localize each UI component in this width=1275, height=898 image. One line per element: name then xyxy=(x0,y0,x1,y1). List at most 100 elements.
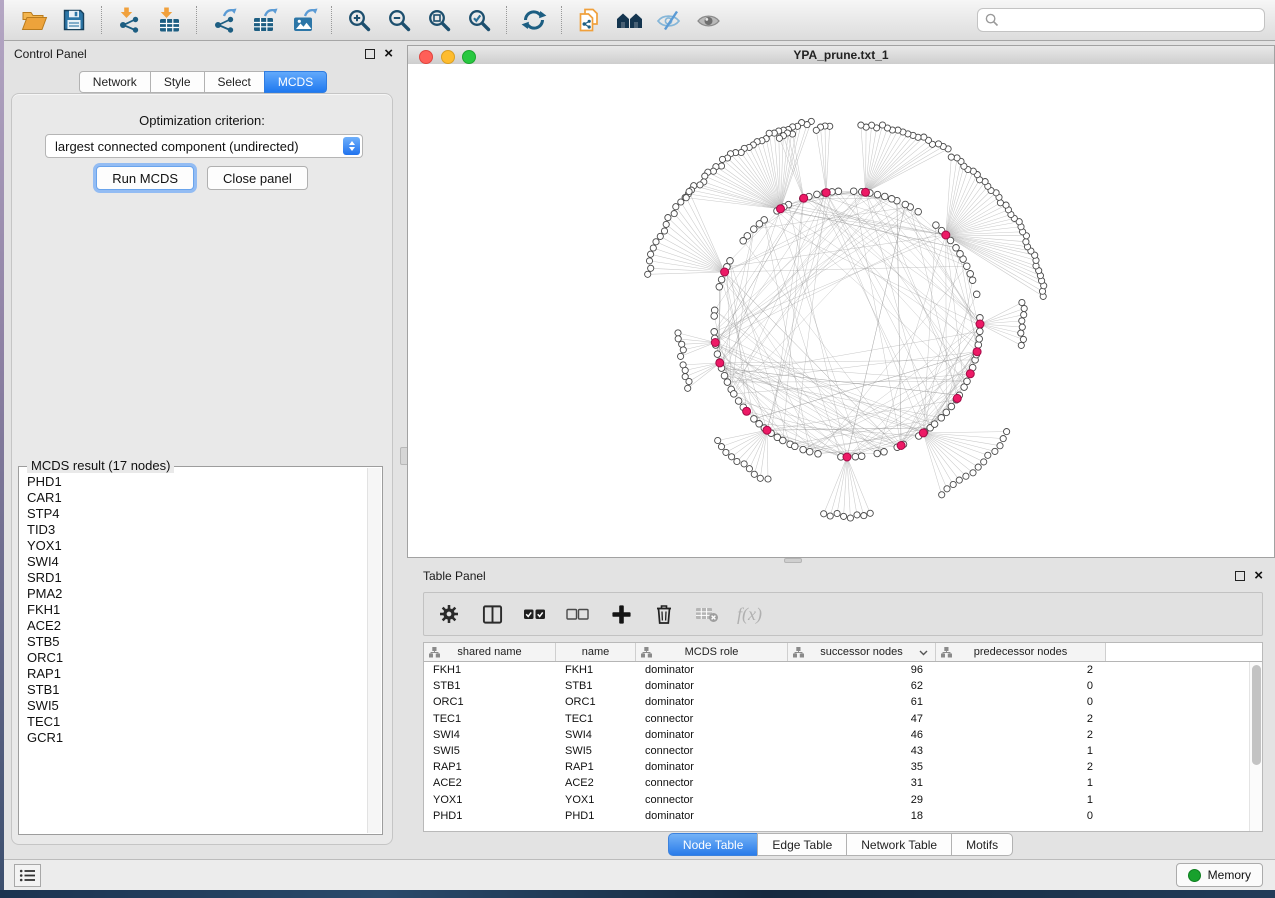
save-session-icon[interactable] xyxy=(54,3,94,37)
table-row[interactable]: ACE2ACE2connector311 xyxy=(424,775,1262,791)
result-item[interactable]: YOX1 xyxy=(20,537,367,553)
table-scrollbar[interactable] xyxy=(1249,662,1262,831)
table-row[interactable]: RAP1RAP1dominator352 xyxy=(424,759,1262,775)
table-cell[interactable]: TEC1 xyxy=(556,713,636,725)
table-row[interactable]: SWI4SWI4dominator462 xyxy=(424,727,1262,743)
table-cell[interactable]: RAP1 xyxy=(424,761,556,773)
result-item[interactable]: TID3 xyxy=(20,521,367,537)
table-cell[interactable]: STB1 xyxy=(556,680,636,692)
table-cell[interactable]: SWI5 xyxy=(424,745,556,757)
tab-style[interactable]: Style xyxy=(150,71,205,93)
hide-graphics-details-icon[interactable] xyxy=(649,3,689,37)
tab-edge-table[interactable]: Edge Table xyxy=(757,833,847,856)
tab-node-table[interactable]: Node Table xyxy=(668,833,759,856)
table-cell[interactable]: dominator xyxy=(636,664,788,676)
table-cell[interactable]: 96 xyxy=(788,664,936,676)
table-cell[interactable]: PHD1 xyxy=(556,810,636,822)
close-window-icon[interactable] xyxy=(419,50,433,64)
table-cell[interactable]: connector xyxy=(636,713,788,725)
table-cell[interactable]: 35 xyxy=(788,761,936,773)
result-item[interactable]: PHD1 xyxy=(20,473,367,489)
table-cell[interactable]: SWI5 xyxy=(556,745,636,757)
result-item[interactable]: STP4 xyxy=(20,505,367,521)
result-item[interactable]: SRD1 xyxy=(20,569,367,585)
table-row[interactable]: SWI5SWI5connector431 xyxy=(424,743,1262,759)
zoom-in-icon[interactable] xyxy=(339,3,379,37)
close-panel-icon[interactable]: × xyxy=(1254,571,1263,581)
table-cell[interactable]: RAP1 xyxy=(556,761,636,773)
table-cell[interactable]: 2 xyxy=(936,729,1106,741)
show-graphics-details-icon[interactable] xyxy=(689,3,729,37)
table-cell[interactable]: PHD1 xyxy=(424,810,556,822)
table-scrollbar-thumb[interactable] xyxy=(1252,665,1261,765)
column-header-successor-nodes[interactable]: successor nodes xyxy=(788,643,936,661)
column-header-predecessor-nodes[interactable]: predecessor nodes xyxy=(936,643,1106,661)
export-table-icon[interactable] xyxy=(244,3,284,37)
table-cell[interactable]: 2 xyxy=(936,664,1106,676)
network-graph[interactable] xyxy=(408,64,1274,557)
memory-button[interactable]: Memory xyxy=(1176,863,1263,887)
float-panel-icon[interactable] xyxy=(1235,571,1245,581)
open-file-icon[interactable] xyxy=(14,3,54,37)
optimization-criterion-select[interactable]: largest connected component (undirected) xyxy=(45,134,363,158)
table-cell[interactable]: ORC1 xyxy=(556,696,636,708)
copy-network-icon[interactable] xyxy=(569,3,609,37)
table-cell[interactable]: 0 xyxy=(936,680,1106,692)
tab-network[interactable]: Network xyxy=(79,71,151,93)
table-cell[interactable]: 46 xyxy=(788,729,936,741)
network-canvas[interactable] xyxy=(408,64,1274,557)
table-cell[interactable]: SWI4 xyxy=(556,729,636,741)
result-item[interactable]: TEC1 xyxy=(20,713,367,729)
add-row-icon[interactable] xyxy=(608,601,634,627)
table-cell[interactable]: 1 xyxy=(936,777,1106,789)
search-windows-icon[interactable] xyxy=(609,3,649,37)
table-cell[interactable]: dominator xyxy=(636,680,788,692)
result-item[interactable]: CAR1 xyxy=(20,489,367,505)
table-cell[interactable]: 2 xyxy=(936,713,1106,725)
result-item[interactable]: PMA2 xyxy=(20,585,367,601)
table-row[interactable]: FKH1FKH1dominator962 xyxy=(424,662,1262,678)
table-cell[interactable]: YOX1 xyxy=(424,794,556,806)
column-header-name[interactable]: name xyxy=(556,643,636,661)
table-cell[interactable]: 29 xyxy=(788,794,936,806)
result-item[interactable]: FKH1 xyxy=(20,601,367,617)
table-cell[interactable]: connector xyxy=(636,794,788,806)
table-cell[interactable]: ORC1 xyxy=(424,696,556,708)
table-cell[interactable]: connector xyxy=(636,777,788,789)
search-input[interactable] xyxy=(977,8,1265,32)
export-image-icon[interactable] xyxy=(284,3,324,37)
result-item[interactable]: ORC1 xyxy=(20,649,367,665)
zoom-fit-icon[interactable] xyxy=(419,3,459,37)
table-cell[interactable]: SWI4 xyxy=(424,729,556,741)
table-row[interactable]: STB1STB1dominator620 xyxy=(424,678,1262,694)
refresh-icon[interactable] xyxy=(514,3,554,37)
table-row[interactable]: ORC1ORC1dominator610 xyxy=(424,694,1262,710)
table-cell[interactable]: 43 xyxy=(788,745,936,757)
result-item[interactable]: ACE2 xyxy=(20,617,367,633)
zoom-selected-icon[interactable] xyxy=(459,3,499,37)
delete-table-icon[interactable] xyxy=(694,601,720,627)
result-item[interactable]: STB5 xyxy=(20,633,367,649)
minimize-window-icon[interactable] xyxy=(441,50,455,64)
table-cell[interactable]: 0 xyxy=(936,696,1106,708)
table-cell[interactable]: 1 xyxy=(936,794,1106,806)
table-cell[interactable]: 47 xyxy=(788,713,936,725)
deselect-all-rows-icon[interactable] xyxy=(565,601,591,627)
result-item[interactable]: SWI4 xyxy=(20,553,367,569)
table-cell[interactable]: FKH1 xyxy=(424,664,556,676)
table-cell[interactable]: dominator xyxy=(636,761,788,773)
tab-mcds[interactable]: MCDS xyxy=(264,71,327,93)
result-item[interactable]: STB1 xyxy=(20,681,367,697)
table-cell[interactable]: dominator xyxy=(636,729,788,741)
show-columns-icon[interactable] xyxy=(479,601,505,627)
run-mcds-button[interactable]: Run MCDS xyxy=(96,166,194,190)
maximize-window-icon[interactable] xyxy=(462,50,476,64)
table-cell[interactable]: YOX1 xyxy=(556,794,636,806)
export-network-icon[interactable] xyxy=(204,3,244,37)
result-item[interactable]: GCR1 xyxy=(20,729,367,745)
result-item[interactable]: RAP1 xyxy=(20,665,367,681)
table-cell[interactable]: connector xyxy=(636,745,788,757)
column-header-MCDS-role[interactable]: MCDS role xyxy=(636,643,788,661)
table-cell[interactable]: 0 xyxy=(936,810,1106,822)
table-cell[interactable]: 61 xyxy=(788,696,936,708)
